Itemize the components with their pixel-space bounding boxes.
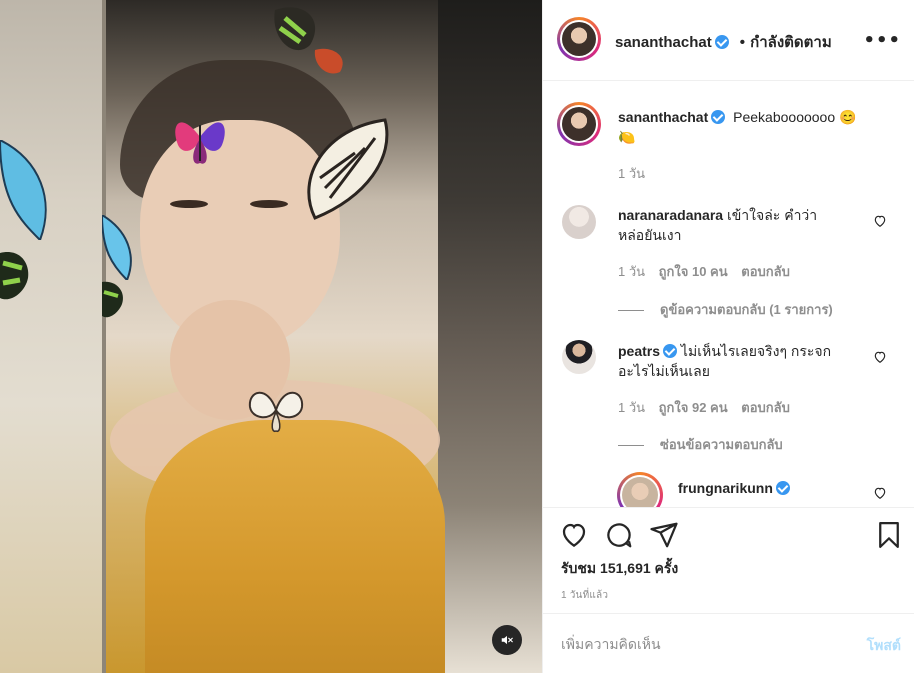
views-suffix: ครั้ง bbox=[654, 560, 679, 576]
butterfly-sticker-green-mid bbox=[102, 281, 123, 318]
butterfly-sticker-green bbox=[274, 7, 343, 74]
comment-like-heart-icon[interactable] bbox=[873, 214, 887, 228]
post-detail-panel: sananthachat • กำลังติดตาม ••• sananthac… bbox=[542, 0, 914, 673]
bookmark-icon[interactable] bbox=[874, 520, 904, 550]
action-bar: รับชม 151,691 ครั้ง 1 วันที่แล้ว bbox=[543, 507, 914, 613]
comment-body: naranaradanara เข้าใจล่ะ คำว่า หล่อยันเง… bbox=[618, 205, 858, 245]
comment-text-line1: เข้าใจล่ะ คำว่า bbox=[726, 207, 818, 223]
caption-text: Peekabooooooo bbox=[733, 109, 836, 125]
comment-time[interactable]: 1 วัน bbox=[618, 400, 645, 415]
views-count[interactable]: รับชม 151,691 ครั้ง bbox=[561, 558, 678, 580]
post-header: sananthachat • กำลังติดตาม ••• bbox=[543, 0, 914, 81]
comment-meta: 1 วัน ถูกใจ 92 คน ตอบกลับ bbox=[618, 397, 790, 418]
post-media-video[interactable] bbox=[0, 0, 542, 673]
heart-icon[interactable] bbox=[559, 520, 589, 550]
butterfly-sticker-pink bbox=[175, 122, 225, 164]
reply-username[interactable]: frungnarikunn bbox=[678, 480, 773, 496]
author-avatar[interactable] bbox=[557, 17, 601, 61]
mirror-reflection-right bbox=[438, 0, 542, 673]
commenter-avatar[interactable] bbox=[562, 340, 596, 374]
butterfly-sticker-blue-left bbox=[0, 140, 47, 240]
comment-text-line2: อะไรไม่เห็นเลย bbox=[618, 363, 710, 379]
comment-likes[interactable]: ถูกใจ 92 คน bbox=[659, 400, 728, 415]
commenter-avatar[interactable] bbox=[562, 205, 596, 239]
hide-replies-toggle[interactable]: ซ่อนข้อความตอบกลับ bbox=[618, 434, 783, 455]
comment-text-line2: หล่อยันเงา bbox=[618, 227, 682, 243]
verified-badge-icon bbox=[711, 110, 726, 124]
butterfly-sticker-blue-mid bbox=[102, 215, 132, 280]
comment-text-line1: ไม่เห็นไรเลยจริงๆ กระจก bbox=[680, 343, 832, 359]
butterfly-sticker-white-neck bbox=[248, 391, 304, 433]
commenter-username[interactable]: naranaradanara bbox=[618, 207, 723, 223]
views-number: 151,691 bbox=[600, 560, 651, 576]
hide-replies-label[interactable]: ซ่อนข้อความตอบกลับ bbox=[660, 437, 783, 452]
lemon-emoji: 🍋 bbox=[618, 129, 636, 145]
views-label: รับชม bbox=[561, 560, 597, 576]
comment-like-heart-icon[interactable] bbox=[873, 486, 887, 500]
reply-avatar[interactable] bbox=[617, 472, 663, 507]
follow-separator: • bbox=[739, 34, 746, 51]
subject-eye-left bbox=[170, 200, 208, 208]
mute-toggle-button[interactable] bbox=[492, 625, 522, 655]
reply-button[interactable]: ตอบกลับ bbox=[741, 400, 790, 415]
comment-like-heart-icon[interactable] bbox=[873, 350, 887, 364]
comments-list[interactable]: sananthachat Peekabooooooo 😊 🍋 1 วัน nar… bbox=[543, 81, 914, 507]
caption-avatar[interactable] bbox=[557, 102, 601, 146]
reply-body: frungnarikunn bbox=[678, 478, 790, 498]
speaker-muted-icon bbox=[501, 635, 513, 645]
more-horizontal-icon[interactable]: ••• bbox=[863, 30, 901, 51]
verified-badge-icon bbox=[714, 35, 729, 49]
comment-body: peatrs ไม่เห็นไรเลยจริงๆ กระจก อะไรไม่เห… bbox=[618, 341, 858, 381]
commenter-username[interactable]: peatrs bbox=[618, 343, 660, 359]
replies-divider bbox=[618, 310, 644, 312]
verified-badge-icon bbox=[775, 481, 790, 495]
comment-meta: 1 วัน ถูกใจ 10 คน ตอบกลับ bbox=[618, 261, 790, 282]
replies-divider bbox=[618, 445, 644, 447]
caption-username[interactable]: sananthachat bbox=[618, 109, 708, 125]
comment-time[interactable]: 1 วัน bbox=[618, 264, 645, 279]
butterfly-sticker-white-black bbox=[307, 118, 389, 220]
caption-time[interactable]: 1 วัน bbox=[618, 163, 645, 184]
butterfly-sticker-green-left bbox=[0, 252, 29, 300]
author-username[interactable]: sananthachat bbox=[615, 34, 712, 51]
subject-eye-right bbox=[250, 200, 288, 208]
view-replies-toggle[interactable]: ดูข้อความตอบกลับ (1 รายการ) bbox=[618, 299, 833, 320]
comment-icon[interactable] bbox=[604, 520, 634, 550]
add-comment-input[interactable] bbox=[561, 632, 831, 656]
post-timestamp[interactable]: 1 วันที่แล้ว bbox=[561, 588, 608, 603]
paper-plane-icon[interactable] bbox=[649, 520, 679, 550]
view-replies-label[interactable]: ดูข้อความตอบกลับ (1 รายการ) bbox=[660, 302, 833, 317]
reply-button[interactable]: ตอบกลับ bbox=[741, 264, 790, 279]
following-button[interactable]: กำลังติดตาม bbox=[750, 34, 832, 51]
verified-badge-icon bbox=[663, 344, 678, 358]
smile-emoji: 😊 bbox=[839, 109, 857, 125]
mirror-reflection-left bbox=[0, 0, 102, 673]
caption: sananthachat Peekabooooooo 😊 🍋 bbox=[618, 107, 888, 147]
post-comment-button[interactable]: โพสต์ bbox=[867, 635, 901, 657]
comment-compose: โพสต์ bbox=[543, 613, 914, 673]
subject-dress bbox=[145, 420, 445, 673]
comment-likes[interactable]: ถูกใจ 10 คน bbox=[659, 264, 728, 279]
